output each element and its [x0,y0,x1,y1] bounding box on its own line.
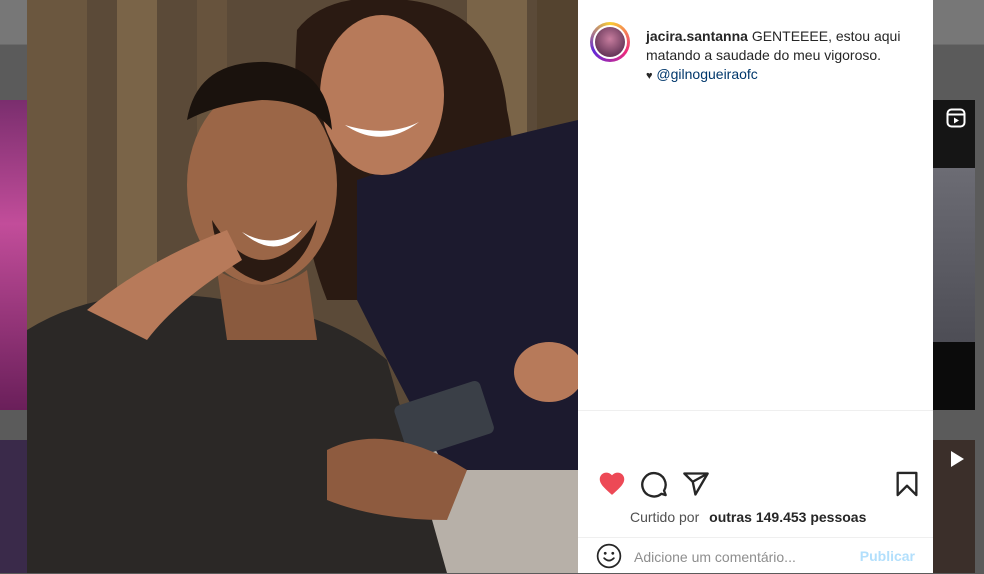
liked-by-label: Curtido por [630,509,700,525]
post-details-panel: jacira.santanna GENTEEEE, estou aqui mat… [578,0,933,573]
post-caption: jacira.santanna GENTEEEE, estou aqui mat… [646,27,921,86]
background-post-thumbnail [0,440,27,573]
likes-count-link[interactable]: outras 149.453 pessoas [709,509,866,525]
comment-icon[interactable] [640,470,672,502]
avatar-ring [593,25,627,59]
likes-summary: Curtido por outras 149.453 pessoas [630,509,866,525]
avatar[interactable] [590,22,630,62]
play-icon [948,450,966,472]
publish-button[interactable]: Publicar [860,548,915,564]
avatar-photo [595,27,625,57]
reels-icon [946,108,966,131]
background-post-thumbnail [0,100,27,410]
background-post-thumbnail [933,342,975,410]
heart-filled-icon[interactable] [598,470,630,502]
background-post-thumbnail [933,168,975,342]
action-bar [578,470,933,504]
emoji-icon[interactable] [596,543,622,569]
send-icon[interactable] [682,470,714,502]
comment-form: Publicar [578,538,933,573]
post-photo-illustration [27,0,578,573]
caption-username-link[interactable]: jacira.santanna [646,28,748,44]
post-photo[interactable] [27,0,578,573]
heart-symbol: ♥ [646,70,653,82]
bookmark-icon[interactable] [893,470,925,502]
comment-input[interactable] [634,546,844,568]
divider [578,410,933,411]
mention-link[interactable]: @gilnogueiraofc [656,66,757,82]
